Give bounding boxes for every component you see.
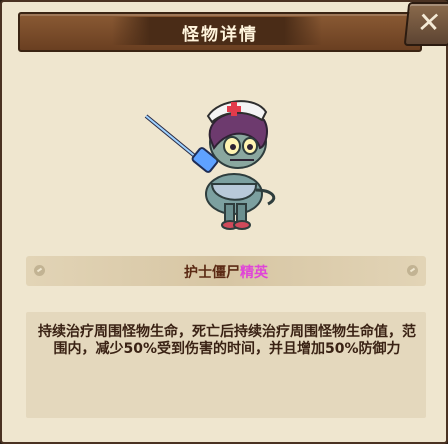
close-button[interactable]: ✕	[403, 2, 448, 46]
zombie-head	[208, 111, 268, 169]
window-title: 怪物详情	[182, 25, 258, 45]
close-icon: ✕	[415, 6, 443, 39]
monster-name-band: 护士僵尸精英	[26, 256, 426, 286]
syringe-icon	[144, 114, 219, 173]
monster-detail-panel: 怪物详情 ✕ 护士僵尸精英 持续治疗周围怪物生命，死亡后持续治疗周围怪物生命值，…	[0, 0, 448, 444]
pin-icon	[407, 265, 418, 276]
zombie-body	[205, 173, 276, 230]
monster-description: 持续治疗周围怪物生命，死亡后持续治疗周围怪物生命值，范围内，减少50%受到伤害的…	[38, 324, 416, 357]
monster-tier: 精英	[240, 265, 268, 281]
title-bar: 怪物详情	[18, 12, 422, 52]
monster-name-text: 护士僵尸	[184, 265, 240, 281]
monster-description-box: 持续治疗周围怪物生命，死亡后持续治疗周围怪物生命值，范围内，减少50%受到伤害的…	[26, 312, 426, 418]
monster-name: 护士僵尸精英	[26, 262, 426, 282]
nurse-zombie-portrait	[144, 100, 276, 230]
